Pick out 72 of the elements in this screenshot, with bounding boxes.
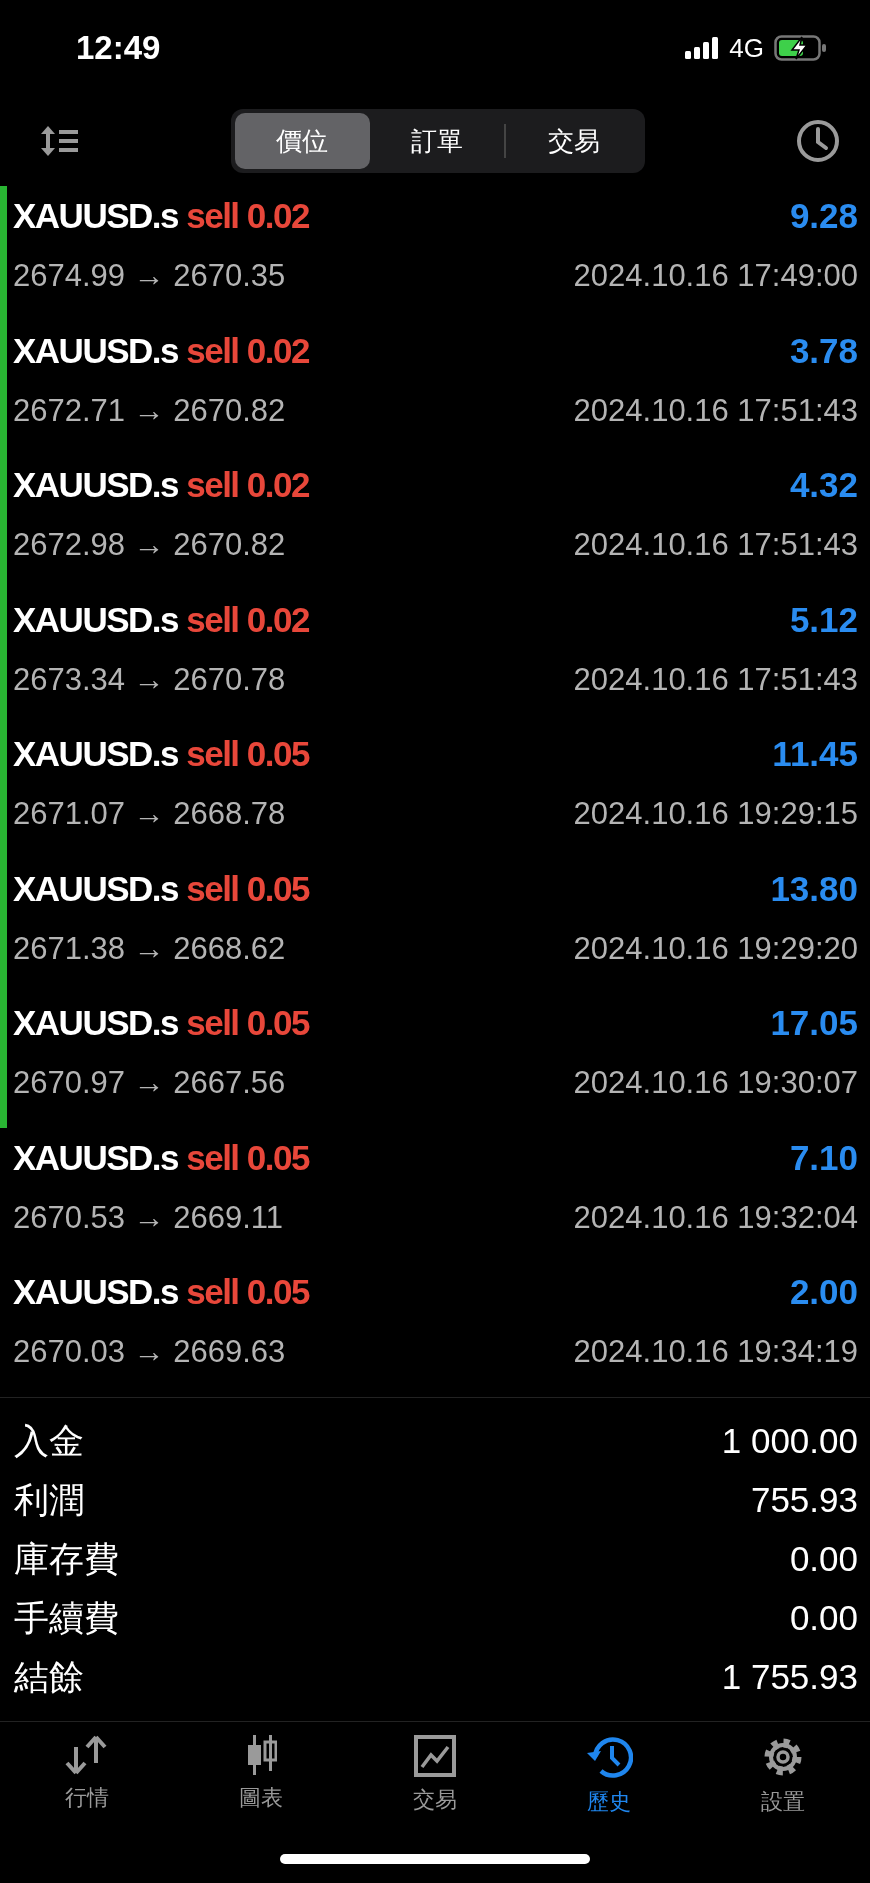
deal-row[interactable]: XAUUSD.s sell 0.02 9.28 2674.99 → 2670.35 2024.10.16 17:49:00	[0, 186, 870, 321]
deal-prices: 2674.99 → 2670.35	[13, 258, 286, 294]
summary-value: 1 000.00	[721, 1421, 858, 1461]
deal-profit: 5.12	[789, 599, 858, 640]
deal-time: 2024.10.16 17:51:43	[573, 392, 858, 429]
deal-row[interactable]: XAUUSD.s sell 0.05 17.05 2670.97 → 2667.56 2024.10.16 19:30:07	[0, 993, 870, 1128]
candlestick-icon	[245, 1734, 277, 1775]
deal-profit: 17.05	[770, 1003, 858, 1043]
deal-time: 2024.10.16 19:30:07	[573, 1065, 858, 1101]
deal-title: XAUUSD.s sell 0.05	[13, 1272, 309, 1312]
tab-bar-item[interactable]: 設置	[723, 1733, 843, 1818]
deal-profit: 3.78	[789, 330, 858, 371]
deal-title: XAUUSD.s sell 0.05	[13, 1137, 309, 1178]
network-type: 4G	[729, 32, 764, 64]
deal-profit: 4.32	[789, 465, 858, 505]
segment-tab[interactable]: 交易	[506, 113, 641, 169]
summary-value: 755.93	[750, 1480, 858, 1520]
deal-prices: 2672.98 → 2670.82	[13, 527, 286, 563]
deal-row[interactable]: XAUUSD.s sell 0.05 7.10 2670.53 → 2669.11 2024.10.16 19:32:04	[0, 1127, 870, 1262]
deal-title: XAUUSD.s sell 0.05	[13, 868, 309, 909]
deal-prices: 2670.03 → 2669.63	[13, 1334, 286, 1370]
deal-title: XAUUSD.s sell 0.02	[13, 330, 309, 371]
summary-label: 結餘	[14, 1655, 84, 1698]
battery-charging-icon	[774, 35, 828, 61]
deal-row[interactable]: XAUUSD.s sell 0.05 13.80 2671.38 → 2668.62 2024.10.16 19:29:20	[0, 858, 870, 993]
deal-row[interactable]: XAUUSD.s sell 0.02 4.32 2672.98 → 2670.82 2024.10.16 17:51:43	[0, 455, 870, 590]
deal-prices: 2672.71 → 2670.82	[13, 392, 286, 429]
summary-label: 手續費	[14, 1596, 119, 1639]
deal-time: 2024.10.16 19:34:19	[573, 1334, 858, 1370]
deal-row[interactable]: XAUUSD.s sell 0.05 11.45 2671.07 → 2668.78 2024.10.16 19:29:15	[0, 724, 870, 859]
segment-tab[interactable]: 訂單	[369, 113, 505, 169]
sort-icon[interactable]	[40, 124, 80, 158]
deal-time: 2024.10.16 19:29:20	[573, 930, 858, 967]
line-chart-icon	[414, 1734, 456, 1777]
deal-profit: 13.80	[770, 868, 858, 909]
deal-row[interactable]: XAUUSD.s sell 0.02 5.12 2673.34 → 2670.78 2024.10.16 17:51:43	[0, 589, 870, 724]
summary-value: 0.00	[789, 1598, 858, 1638]
deal-title: XAUUSD.s sell 0.05	[13, 1003, 309, 1043]
deal-profit: 11.45	[772, 734, 858, 774]
summary-label: 庫存費	[14, 1537, 119, 1580]
deal-profit: 7.10	[789, 1137, 858, 1178]
deal-time: 2024.10.16 17:51:43	[573, 527, 858, 563]
summary-label: 利潤	[14, 1478, 84, 1521]
deal-time: 2024.10.16 19:32:04	[573, 1199, 858, 1236]
deal-prices: 2671.38 → 2668.62	[13, 930, 286, 967]
deal-title: XAUUSD.s sell 0.02	[13, 465, 309, 505]
tab-bar-item[interactable]: 交易	[375, 1733, 495, 1818]
tab-bar-item[interactable]: 圖表	[201, 1733, 321, 1818]
deal-time: 2024.10.16 17:51:43	[573, 661, 858, 698]
deal-title: XAUUSD.s sell 0.05	[13, 734, 309, 774]
summary-value: 1 755.93	[721, 1657, 858, 1697]
clock-icon[interactable]	[796, 119, 840, 163]
status-time: 12:49	[76, 29, 161, 67]
tab-bar-item[interactable]: 行情	[27, 1733, 147, 1818]
summary-label: 入金	[14, 1419, 84, 1462]
deal-row[interactable]: XAUUSD.s sell 0.05 2.00 2670.03 → 2669.63 2024.10.16 19:34:19	[0, 1262, 870, 1397]
deal-row[interactable]: XAUUSD.s sell 0.02 3.78 2672.71 → 2670.82 2024.10.16 17:51:43	[0, 320, 870, 455]
deal-prices: 2671.07 → 2668.78	[13, 796, 286, 832]
signal-icon	[685, 37, 720, 59]
deal-profit: 2.00	[789, 1272, 858, 1312]
segment-tab[interactable]: 價位	[235, 113, 370, 169]
deal-time: 2024.10.16 17:49:00	[573, 258, 858, 294]
deal-title: XAUUSD.s sell 0.02	[13, 599, 309, 640]
deal-profit: 9.28	[789, 196, 858, 236]
deal-time: 2024.10.16 19:29:15	[573, 796, 858, 832]
deal-prices: 2670.97 → 2667.56	[13, 1065, 286, 1101]
deal-title: XAUUSD.s sell 0.02	[13, 196, 309, 236]
deal-prices: 2670.53 → 2669.11	[13, 1199, 284, 1236]
summary-value: 0.00	[789, 1539, 858, 1579]
deal-prices: 2673.34 → 2670.78	[13, 661, 286, 698]
history-icon	[585, 1734, 633, 1779]
tab-bar-item[interactable]: 歷史	[549, 1733, 669, 1818]
